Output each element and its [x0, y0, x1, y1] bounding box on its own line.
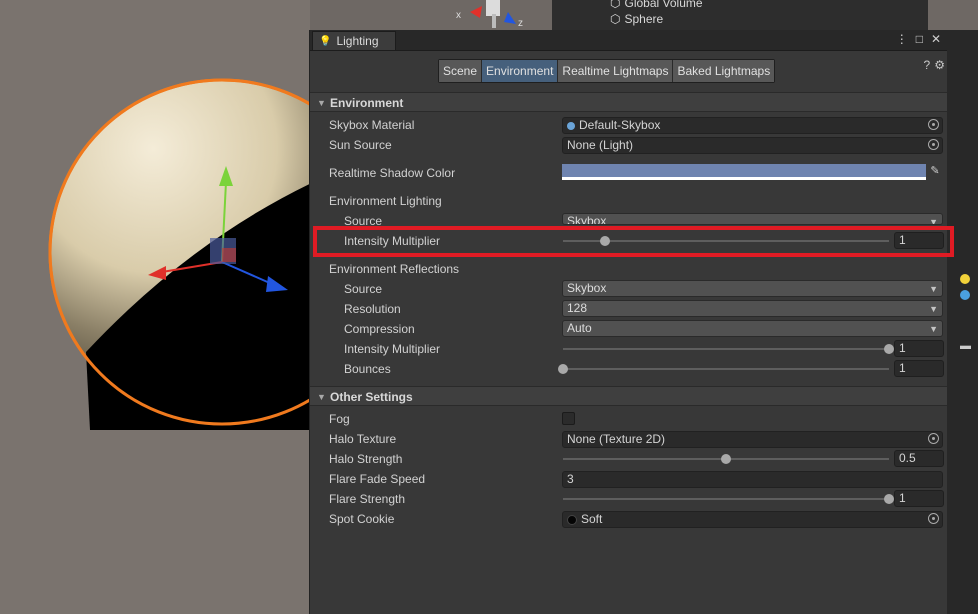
hierarchy-item-label: Global Volume	[624, 0, 703, 10]
gizmo-z-label: z	[518, 18, 523, 29]
flare-strength-track[interactable]	[563, 498, 889, 500]
object-picker-icon[interactable]	[928, 139, 939, 150]
reflection-intensity-field[interactable]: 1	[894, 340, 944, 357]
close-icon[interactable]: ✕	[931, 32, 941, 46]
halo-texture-label: Halo Texture	[329, 432, 397, 446]
reflection-intensity-handle[interactable]	[884, 344, 894, 354]
tab-baked-lightmaps[interactable]: Baked Lightmaps	[673, 60, 775, 82]
sphere-object[interactable]	[48, 78, 310, 430]
lighting-source-label: Source	[344, 214, 383, 225]
window-tabbar: 💡 Lighting ⋮ □ ✕	[310, 30, 947, 51]
reflection-source-dropdown[interactable]: Skybox ▼	[562, 280, 943, 297]
scene-canvas[interactable]	[0, 0, 310, 614]
collapse-arrow-icon: ▼	[317, 98, 326, 108]
lighting-window: 💡 Lighting ⋮ □ ✕ Scene Environment Realt…	[309, 30, 947, 614]
collapse-arrow-icon: ▼	[317, 392, 326, 402]
halo-strength-handle[interactable]	[721, 454, 731, 464]
hierarchy-item[interactable]: ⬡ Sphere	[610, 12, 663, 26]
bounces-slider-handle[interactable]	[558, 364, 568, 374]
dropdown-value: Skybox	[567, 214, 607, 225]
section-title: Environment	[330, 96, 404, 110]
halo-texture-field[interactable]: None (Texture 2D)	[562, 431, 943, 448]
hierarchy-panel: ⬡ Global Volume ⬡ Sphere	[552, 0, 928, 30]
skybox-material-label: Skybox Material	[329, 118, 415, 132]
field-value: 3	[567, 472, 574, 486]
reflection-intensity-label: Intensity Multiplier	[344, 342, 441, 356]
halo-strength-label: Halo Strength	[329, 452, 403, 466]
resolution-label: Resolution	[344, 302, 401, 316]
bounces-slider-track[interactable]	[563, 368, 889, 370]
sun-source-label: Sun Source	[329, 138, 392, 152]
flare-strength-label: Flare Strength	[329, 492, 406, 506]
chevron-down-icon: ▼	[929, 324, 938, 334]
material-icon	[567, 121, 575, 130]
compression-dropdown[interactable]: Auto ▼	[562, 320, 943, 337]
resolution-dropdown[interactable]: 128 ▼	[562, 300, 943, 317]
flare-strength-field[interactable]: 1	[894, 490, 944, 507]
compression-label: Compression	[344, 322, 415, 336]
bounces-label: Bounces	[344, 362, 391, 376]
field-value: Soft	[581, 512, 603, 526]
flare-fade-speed-label: Flare Fade Speed	[329, 472, 426, 486]
more-menu-icon[interactable]: ⋮	[896, 32, 908, 46]
lighting-tab[interactable]: 💡 Lighting	[312, 31, 396, 50]
lighting-source-dropdown[interactable]: Skybox ▼	[562, 213, 943, 225]
sun-source-field[interactable]: None (Light)	[562, 137, 943, 154]
environment-section-header[interactable]: ▼ Environment	[310, 92, 947, 112]
dropdown-value: Auto	[567, 321, 592, 335]
dropdown-value: 128	[567, 301, 588, 315]
gizmo-x-label: x	[456, 10, 461, 21]
object-picker-icon[interactable]	[928, 433, 939, 444]
spot-cookie-field[interactable]: Soft	[562, 511, 943, 528]
section-title: Other Settings	[330, 390, 413, 404]
fog-checkbox[interactable]	[562, 412, 575, 425]
scene-orientation-gizmo[interactable]: x z	[450, 0, 540, 30]
lighting-tab-bar: Scene Environment Realtime Lightmaps Bak…	[438, 59, 776, 83]
dropdown-value: Skybox	[567, 281, 607, 295]
hierarchy-item-label: Sphere	[624, 12, 664, 26]
spot-cookie-label: Spot Cookie	[329, 512, 395, 526]
eyedropper-icon[interactable]: ✎	[927, 164, 943, 180]
field-value: Default-Skybox	[579, 118, 661, 132]
reflection-source-label: Source	[344, 282, 383, 296]
field-value: None (Texture 2D)	[567, 432, 666, 446]
skybox-material-field[interactable]: Default-Skybox	[562, 117, 943, 134]
tab-scene[interactable]: Scene	[439, 60, 483, 82]
cube-icon: ⬡	[610, 12, 621, 26]
shadow-color-swatch[interactable]	[562, 164, 926, 180]
halo-strength-field[interactable]: 0.5	[894, 450, 944, 467]
highlight-box	[313, 226, 954, 257]
help-icon[interactable]: ?	[924, 58, 931, 72]
light-icon	[960, 274, 970, 284]
folder-icon: ▬	[960, 340, 971, 352]
field-value: None (Light)	[567, 138, 634, 152]
tab-environment[interactable]: Environment	[482, 60, 559, 82]
flare-strength-handle[interactable]	[884, 494, 894, 504]
material-icon	[960, 290, 970, 300]
texture-icon	[567, 514, 577, 525]
shadow-color-label: Realtime Shadow Color	[329, 166, 456, 180]
chevron-down-icon: ▼	[929, 284, 938, 294]
cube-icon: ⬡	[610, 0, 621, 10]
project-panel-strip: ▬	[946, 30, 978, 614]
object-picker-icon[interactable]	[928, 513, 939, 524]
fog-label: Fog	[329, 412, 350, 426]
other-settings-section-header[interactable]: ▼ Other Settings	[310, 386, 947, 406]
scene-view[interactable]	[0, 0, 310, 614]
chevron-down-icon: ▼	[929, 217, 938, 225]
lightbulb-icon: 💡	[319, 35, 332, 47]
hierarchy-item[interactable]: ⬡ Global Volume	[610, 0, 703, 10]
tab-realtime-lightmaps[interactable]: Realtime Lightmaps	[558, 60, 674, 82]
object-picker-icon[interactable]	[928, 119, 939, 130]
environment-lighting-label: Environment Lighting	[329, 194, 442, 208]
tab-title: Lighting	[336, 34, 379, 48]
chevron-down-icon: ▼	[929, 304, 938, 314]
bounces-value-field[interactable]: 1	[894, 360, 944, 377]
settings-gear-icon[interactable]: ⚙	[934, 58, 945, 72]
environment-reflections-label: Environment Reflections	[329, 262, 460, 276]
reflection-intensity-track[interactable]	[563, 348, 889, 350]
maximize-icon[interactable]: □	[916, 32, 923, 46]
flare-fade-speed-field[interactable]: 3	[562, 471, 943, 488]
